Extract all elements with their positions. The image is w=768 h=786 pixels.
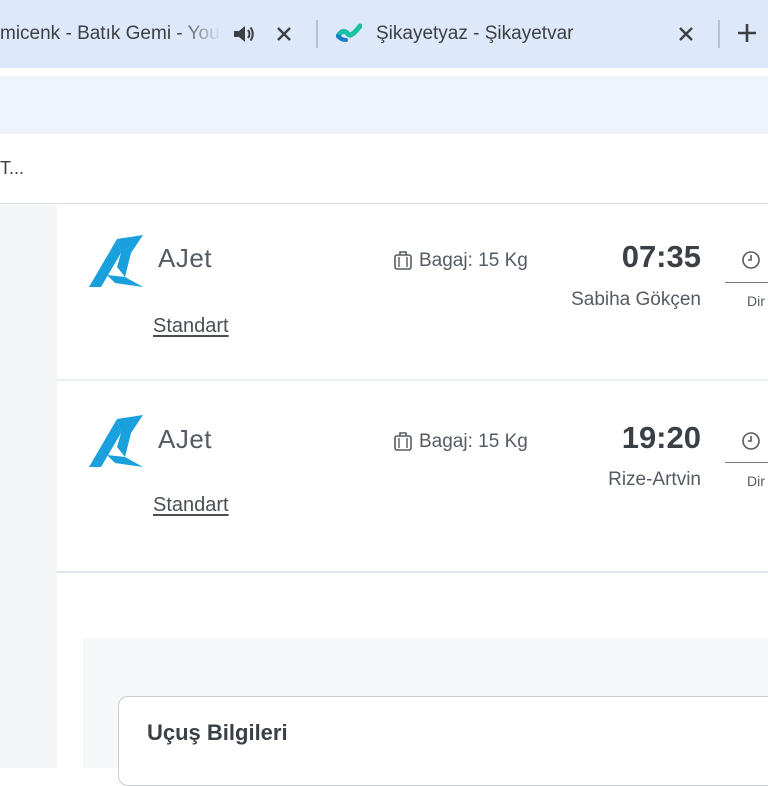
airline-name: AJet <box>158 243 213 273</box>
tab-strip: micenk - Batık Gemi - YouTube Şikayetyaz… <box>0 0 768 68</box>
tab-title: micenk - Batık Gemi - YouTube <box>0 23 222 44</box>
sikayetvar-favicon-icon <box>336 23 362 42</box>
new-tab-plus-icon[interactable] <box>734 20 760 46</box>
tab-separator <box>718 20 720 48</box>
departure-airport: Sabiha Gökçen <box>571 289 701 310</box>
departure-airport: Rize-Artvin <box>608 469 701 490</box>
baggage-allowance: Bagaj: 15 Kg <box>419 431 528 452</box>
airline-name: AJet <box>158 424 213 454</box>
duration-line <box>725 462 768 463</box>
flight-card[interactable]: AJet Standart Bagaj: 15 Kg 19:20 Rize-Ar… <box>57 381 768 573</box>
tab-youtube[interactable]: micenk - Batık Gemi - YouTube <box>0 0 318 68</box>
close-tab-icon[interactable] <box>674 22 698 46</box>
tab-title: Şikayetyaz - Şikayetvar <box>376 23 574 44</box>
departure-time: 19:20 <box>621 420 701 455</box>
bookmark-item[interactable]: T... <box>0 158 24 179</box>
ajet-logo-icon <box>89 235 143 287</box>
speaker-icon[interactable] <box>232 23 256 45</box>
fare-class-link[interactable]: Standart <box>153 315 229 338</box>
flight-type-label: Dir <box>747 473 765 489</box>
left-gutter <box>0 205 57 768</box>
browser-toolbar <box>0 76 768 134</box>
flight-type-label: Dir <box>747 293 765 309</box>
section-title: Uçuş Bilgileri <box>147 720 288 745</box>
close-tab-icon[interactable] <box>272 22 296 46</box>
bookmarks-bar <box>0 134 768 204</box>
fare-class-link[interactable]: Standart <box>153 494 229 517</box>
clock-icon <box>742 432 760 450</box>
tab-separator <box>316 20 318 48</box>
tab-sikayetvar[interactable]: Şikayetyaz - Şikayetvar <box>320 0 716 68</box>
baggage-icon <box>394 251 412 270</box>
clock-icon <box>742 251 760 269</box>
baggage-icon <box>394 432 412 451</box>
departure-time: 07:35 <box>621 239 701 274</box>
duration-line <box>725 282 768 283</box>
baggage-allowance: Bagaj: 15 Kg <box>419 250 528 271</box>
flight-card[interactable]: AJet Standart Bagaj: 15 Kg 07:35 Sabiha … <box>57 205 768 381</box>
ajet-logo-icon <box>89 415 143 467</box>
